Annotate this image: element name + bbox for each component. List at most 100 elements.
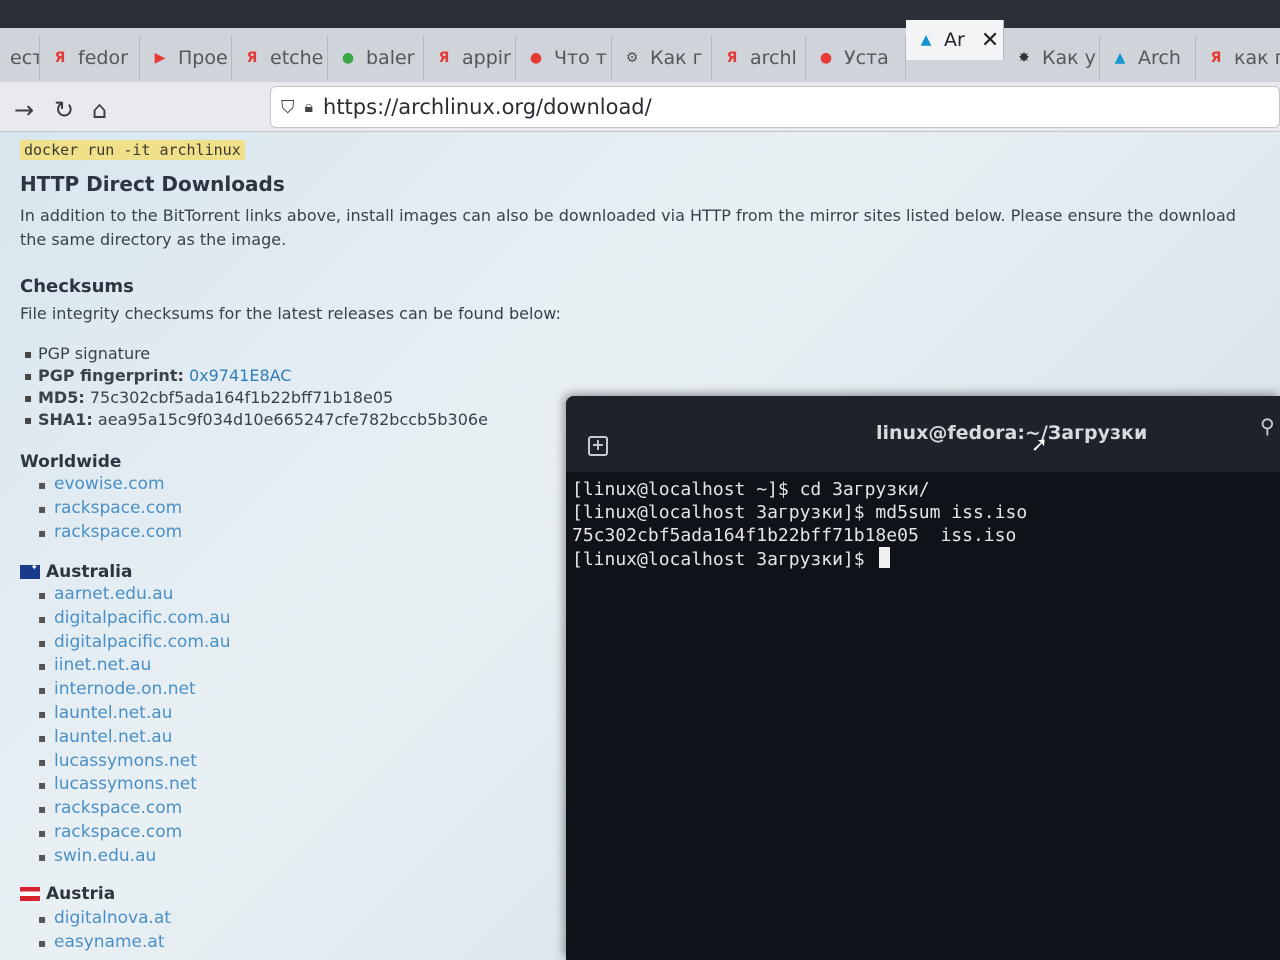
terminal-line-text: [linux@localhost Загрузки]$ — [572, 549, 876, 570]
tab-favicon-icon: ● — [529, 50, 543, 66]
terminal-line: [linux@localhost Загрузки]$ md5sum iss.i… — [572, 501, 1274, 524]
terminal-window[interactable]: + linux@fedora:~/Загрузки ➚ ⚲ [linux@loc… — [566, 396, 1280, 960]
http-downloads-heading: HTTP Direct Downloads — [20, 172, 285, 196]
mirror-link[interactable]: rackspace.com — [38, 522, 182, 542]
browser-tab[interactable]: ▲ Arch — [1100, 36, 1196, 80]
tab-label: baler — [366, 47, 415, 69]
mirror-link[interactable]: rackspace.com — [38, 822, 182, 842]
mirror-link[interactable]: evowise.com — [38, 474, 165, 494]
tab-favicon-icon: ▲ — [1114, 50, 1126, 66]
terminal-line: [linux@localhost ~]$ cd Загрузки/ — [572, 478, 1274, 501]
austria-heading: Austria — [20, 884, 115, 904]
mirror-link[interactable]: internode.on.net — [38, 679, 196, 699]
tab-label: Уста — [844, 47, 889, 69]
mirror-link[interactable]: aarnet.edu.au — [38, 584, 174, 604]
browser-tab[interactable]: ● Что т — [516, 36, 612, 80]
tab-favicon-icon: Я — [438, 50, 450, 66]
pgp-fingerprint-item: PGP fingerprint: 0x9741E8AC — [24, 366, 292, 385]
australia-label: Australia — [46, 562, 133, 582]
mirror-link[interactable]: launtel.net.au — [38, 727, 172, 747]
close-tab-icon[interactable]: ✕ — [981, 28, 999, 53]
tab-label: ест — [10, 47, 40, 69]
terminal-line: 75c302cbf5ada164f1b22bff71b18e05 iss.iso — [572, 524, 1274, 547]
tab-label: etche — [270, 47, 324, 69]
tab-favicon-icon: Я — [54, 50, 66, 66]
pgp-fingerprint-label: PGP fingerprint: — [38, 366, 184, 385]
tab-label: Как г — [650, 47, 703, 69]
sha1-value: aea95a15c9f034d10e665247cfe782bccb5b306e — [97, 410, 488, 429]
shield-icon[interactable]: ⛉ — [281, 97, 295, 118]
worldwide-label: Worldwide — [20, 452, 122, 472]
tab-label: Arch — [1138, 47, 1181, 69]
browser-tab[interactable]: ест — [0, 36, 40, 80]
terminal-line: [linux@localhost Загрузки]$ — [572, 547, 1274, 571]
australia-heading: Australia — [20, 562, 133, 582]
tab-favicon-icon: Я — [1210, 50, 1222, 66]
search-icon[interactable]: ⚲ — [1260, 414, 1275, 438]
browser-tab[interactable]: Якак г — [1196, 36, 1280, 80]
sha1-item: SHA1: aea95a15c9f034d10e665247cfe782bccb… — [24, 410, 488, 429]
tab-label: Что т — [554, 47, 607, 69]
pgp-fingerprint-link[interactable]: 0x9741E8AC — [189, 366, 292, 385]
mirror-link[interactable]: lucassymons.net — [38, 774, 197, 794]
tab-favicon-icon: ✸ — [1018, 50, 1030, 66]
checksums-paragraph: File integrity checksums for the latest … — [20, 304, 561, 323]
tab-label: appir — [462, 47, 511, 69]
tab-favicon-icon: ⚙ — [625, 50, 639, 66]
browser-tab[interactable]: Яetche — [232, 36, 328, 80]
browser-tab[interactable]: ● Уста — [806, 36, 906, 80]
mirror-link[interactable]: iinet.net.au — [38, 655, 151, 675]
forward-icon[interactable]: → — [14, 96, 34, 124]
austria-flag-icon — [20, 887, 40, 901]
australia-flag-icon — [20, 563, 40, 579]
new-tab-icon[interactable]: + — [588, 436, 608, 456]
lock-icon[interactable]: 🔒︎ — [305, 97, 314, 117]
mouse-pointer-icon: ➚ — [1031, 432, 1048, 456]
mirror-link[interactable]: launtel.net.au — [38, 703, 172, 723]
mirror-link[interactable]: easyname.at — [38, 932, 164, 952]
http-paragraph-line-2: the same directory as the image. — [20, 230, 287, 249]
browser-tab[interactable]: ✸ Как у — [1004, 36, 1100, 80]
mirror-link[interactable]: rackspace.com — [38, 498, 182, 518]
terminal-title: linux@fedora:~/Загрузки — [876, 422, 1148, 444]
md5-label: MD5: — [38, 388, 85, 407]
terminal-line-text: [linux@localhost Загрузки]$ md5sum iss.i… — [572, 502, 1028, 523]
tab-label: fedor — [78, 47, 128, 69]
md5-item: MD5: 75c302cbf5ada164f1b22bff71b18e05 — [24, 388, 394, 407]
pgp-signature-link[interactable]: PGP signature — [24, 344, 150, 363]
terminal-cursor — [879, 547, 891, 568]
tab-label: archl — [750, 47, 797, 69]
md5-value: 75c302cbf5ada164f1b22bff71b18e05 — [89, 388, 394, 407]
sha1-label: SHA1: — [38, 410, 93, 429]
browser-tab[interactable]: Яarchl — [712, 36, 806, 80]
address-bar[interactable]: ⛉ 🔒︎ https://archlinux.org/download/ — [270, 86, 1280, 128]
navigation-bar: → ↻ ⌂ ⛉ 🔒︎ https://archlinux.org/downloa… — [0, 82, 1280, 132]
tab-favicon-icon: ▶ — [154, 50, 166, 66]
checksums-heading: Checksums — [20, 276, 134, 297]
worldwide-heading: Worldwide — [20, 452, 121, 472]
tab-favicon-icon: ● — [341, 50, 355, 66]
tab-label: Как у — [1042, 47, 1096, 69]
tab-favicon-icon: Я — [726, 50, 738, 66]
mirror-link[interactable]: swin.edu.au — [38, 846, 156, 866]
tab-favicon-icon: Я — [246, 50, 258, 66]
browser-tab[interactable]: ● baler — [328, 36, 424, 80]
browser-tab[interactable]: ▲ Ar ✕ — [906, 20, 1004, 60]
home-icon[interactable]: ⌂ — [92, 96, 107, 124]
docker-command: docker run -it archlinux — [20, 140, 245, 160]
reload-icon[interactable]: ↻ — [54, 96, 74, 124]
tab-label: Прое — [178, 47, 228, 69]
terminal-output[interactable]: [linux@localhost ~]$ cd Загрузки/[linux@… — [566, 472, 1280, 577]
mirror-link[interactable]: lucassymons.net — [38, 751, 197, 771]
mirror-link[interactable]: digitalnova.at — [38, 908, 171, 928]
browser-tab[interactable]: Яappir — [424, 36, 516, 80]
mirror-link[interactable]: rackspace.com — [38, 798, 182, 818]
mirror-link[interactable]: digitalpacific.com.au — [38, 608, 231, 628]
browser-tab[interactable]: Яfedor — [40, 36, 140, 80]
url-text[interactable]: https://archlinux.org/download/ — [323, 95, 652, 119]
browser-tab[interactable]: ⚙ Как г — [612, 36, 712, 80]
mirror-link[interactable]: digitalpacific.com.au — [38, 632, 231, 652]
tab-label: Ar — [944, 29, 965, 51]
browser-tab[interactable]: ▶ Прое — [140, 36, 232, 80]
tab-bar: ест Яfedor ▶ Прое Яetche ● baler Яappir ● Что т ⚙ К… — [0, 0, 1280, 82]
